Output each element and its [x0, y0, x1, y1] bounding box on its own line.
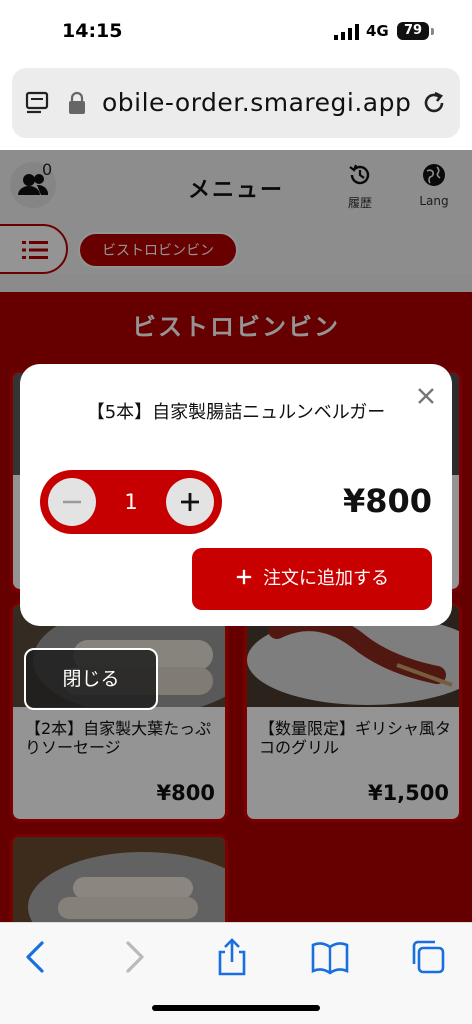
network-type: 4G	[366, 22, 389, 40]
status-time: 14:15	[62, 20, 123, 42]
modal-price: ¥800	[342, 482, 432, 520]
decrease-button[interactable]	[48, 478, 96, 526]
url-text[interactable]: obile-order.smaregi.app	[102, 88, 420, 117]
home-indicator	[152, 1005, 320, 1011]
quantity-stepper: 1	[40, 470, 222, 534]
add-to-order-modal: 【5本】自家製腸詰ニュルンベルガー 1 ¥800 注文に追加する	[20, 364, 452, 626]
close-icon[interactable]	[414, 384, 438, 408]
increase-button[interactable]	[166, 478, 214, 526]
minus-icon	[63, 500, 81, 504]
add-button-label: 注文に追加する	[263, 568, 389, 589]
tabs-icon[interactable]	[408, 937, 448, 977]
battery-tip	[431, 28, 434, 35]
share-icon[interactable]	[212, 937, 252, 977]
add-to-order-button[interactable]: 注文に追加する	[192, 548, 432, 610]
plus-icon	[181, 493, 199, 511]
close-button[interactable]: 閉じる	[24, 648, 158, 710]
reload-icon[interactable]	[420, 89, 448, 117]
forward-icon[interactable]	[114, 937, 154, 977]
back-icon[interactable]	[16, 937, 56, 977]
plus-icon	[236, 569, 252, 585]
quantity-value: 1	[124, 490, 138, 514]
lock-icon	[69, 91, 85, 114]
address-bar[interactable]: obile-order.smaregi.app	[12, 68, 460, 138]
battery-icon: 79	[397, 22, 429, 40]
status-bar: 14:15 4G 79	[0, 0, 472, 62]
modal-product-title: 【5本】自家製腸詰ニュルンベルガー	[86, 402, 386, 423]
bookmarks-icon[interactable]	[310, 937, 350, 977]
signal-icon	[334, 24, 359, 40]
reader-mode-icon[interactable]	[24, 90, 50, 116]
